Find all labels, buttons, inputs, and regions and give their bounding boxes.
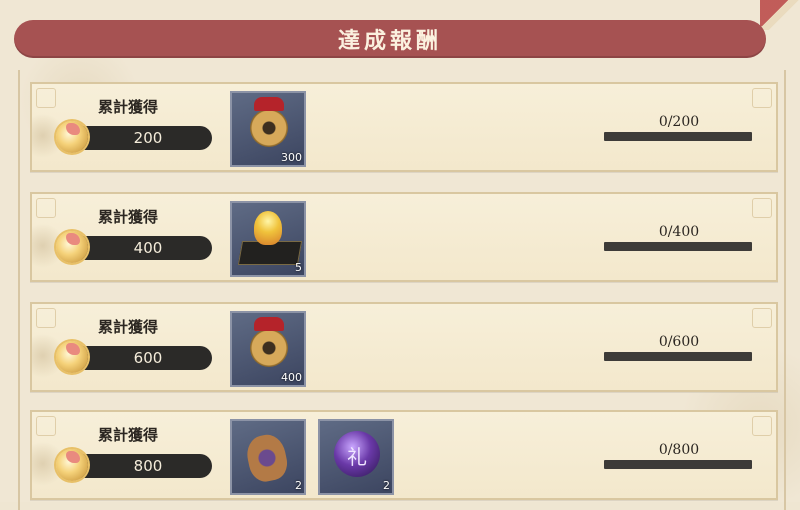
progress-text: 0/400	[658, 224, 700, 240]
reward-row: 累計獲得 200 300 0/200	[30, 82, 778, 172]
reward-item[interactable]: 300	[230, 91, 306, 167]
accumulated-label: 累計獲得	[98, 426, 159, 444]
charm-tag-icon	[243, 431, 291, 485]
progress-text: 0/200	[658, 114, 700, 130]
glow-icon	[254, 211, 282, 245]
coin-icon	[56, 231, 88, 263]
amount-pill: 800	[56, 449, 212, 481]
progress-text: 0/800	[658, 442, 700, 458]
item-count: 300	[281, 151, 302, 164]
coin-bundle-icon	[250, 97, 288, 147]
reward-item[interactable]: 礼 2	[318, 419, 394, 495]
reward-item[interactable]: 2	[230, 419, 306, 495]
reward-item[interactable]: 400	[230, 311, 306, 387]
amount-value: 200	[133, 129, 163, 147]
orb-glyph: 礼	[347, 445, 367, 469]
accumulated-label: 累計獲得	[98, 98, 159, 116]
amount-pill: 200	[56, 121, 212, 153]
amount-value: 400	[133, 239, 163, 257]
reward-row: 累計獲得 400 5 0/400	[30, 192, 778, 282]
purple-orb-icon: 礼	[334, 431, 380, 477]
amount-value: 800	[133, 457, 163, 475]
header-bar: 達成報酬	[14, 20, 766, 58]
accumulated-label: 累計獲得	[98, 318, 159, 336]
corner-decoration	[760, 0, 800, 30]
item-count: 2	[295, 479, 302, 492]
reward-row: 累計獲得 800 2 礼 2 0/800	[30, 410, 778, 500]
reward-item[interactable]: 5	[230, 201, 306, 277]
progress-bar	[604, 132, 752, 141]
coin-icon	[56, 449, 88, 481]
progress-bar	[604, 352, 752, 361]
coin-icon	[56, 341, 88, 373]
reward-row: 累計獲得 600 400 0/600	[30, 302, 778, 392]
item-count: 5	[295, 261, 302, 274]
page-title: 達成報酬	[337, 28, 442, 54]
amount-pill: 600	[56, 341, 212, 373]
coin-bundle-icon	[250, 317, 288, 367]
progress-text: 0/600	[658, 334, 700, 350]
progress-bar	[604, 242, 752, 251]
amount-value: 600	[133, 349, 163, 367]
progress-bar	[604, 460, 752, 469]
coin-icon	[56, 121, 88, 153]
item-count: 400	[281, 371, 302, 384]
accumulated-label: 累計獲得	[98, 208, 159, 226]
item-count: 2	[383, 479, 390, 492]
amount-pill: 400	[56, 231, 212, 263]
